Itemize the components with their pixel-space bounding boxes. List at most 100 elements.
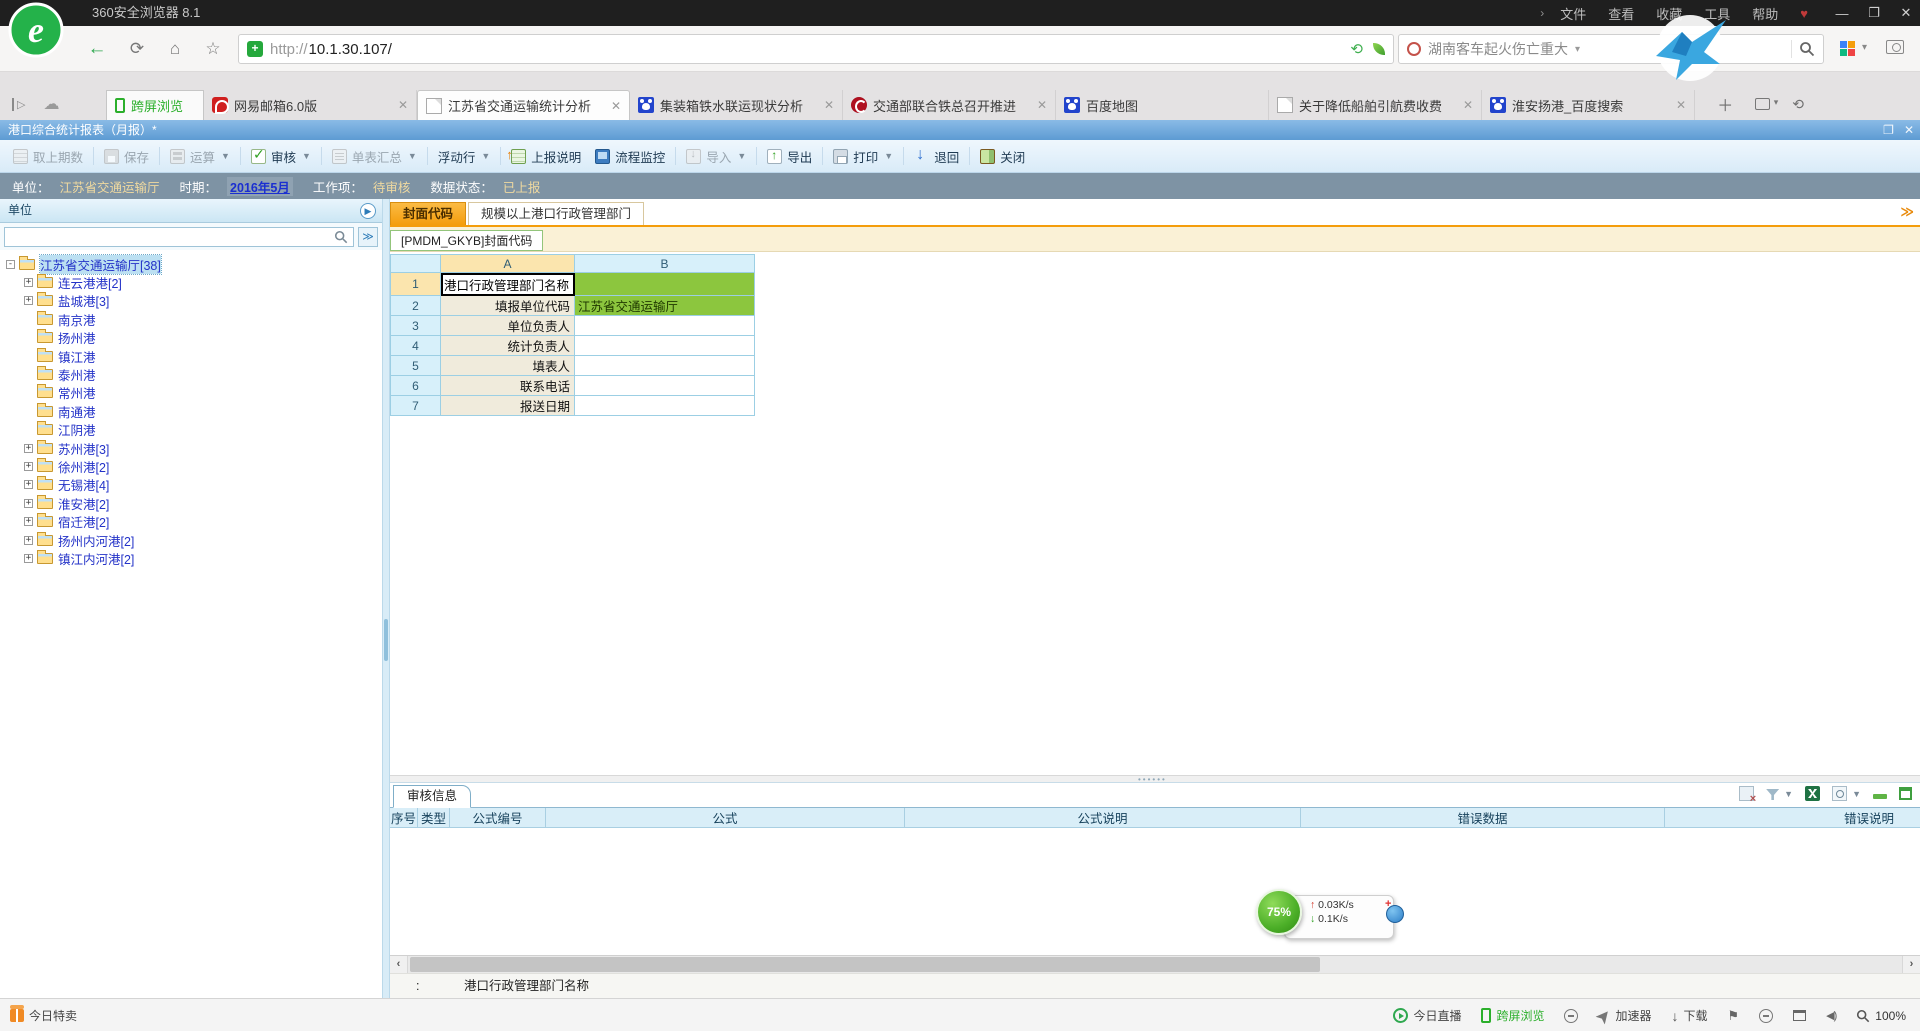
print-button[interactable]: 打印▼ — [826, 143, 900, 170]
filter-icon[interactable] — [1766, 789, 1779, 800]
cell-b2[interactable]: 江苏省交通运输厅 — [575, 296, 755, 316]
col-formula-no[interactable]: 公式编号 — [450, 808, 546, 827]
column-header-a[interactable]: A — [441, 255, 575, 273]
tab-close-icon[interactable]: ✕ — [605, 99, 621, 113]
tree-item[interactable]: 南通港 — [0, 402, 382, 420]
excel-export-icon[interactable] — [1805, 786, 1820, 801]
column-header-b[interactable]: B — [575, 255, 755, 273]
preview-icon[interactable] — [1832, 786, 1847, 801]
scrollbar-thumb[interactable] — [410, 957, 1320, 972]
back-icon[interactable]: ← — [84, 36, 110, 62]
form-tab-port-admin[interactable]: 规模以上港口行政管理部门 — [468, 202, 644, 225]
form-tab-overflow-icon[interactable]: ≫ — [1900, 204, 1914, 220]
row-header[interactable]: 3 — [391, 316, 441, 336]
star-icon[interactable]: ☆ — [200, 36, 226, 62]
game-mode-button[interactable] — [1564, 1009, 1578, 1023]
cell-b6[interactable] — [575, 376, 755, 396]
row-header[interactable]: 6 — [391, 376, 441, 396]
sidebar-search-icon[interactable] — [334, 230, 348, 244]
tab-close-icon[interactable]: ✕ — [818, 98, 834, 112]
close-button[interactable]: ✕ — [1898, 5, 1914, 21]
tree-item[interactable]: +连云港港[2] — [0, 273, 382, 291]
url-field[interactable]: http:// 10.1.30.107/ ⟲ — [238, 34, 1394, 64]
new-tab-icon[interactable]: ＋ — [1717, 92, 1733, 116]
tab-close-icon[interactable]: ✕ — [1457, 98, 1473, 112]
refresh-cycle-icon[interactable]: ⟲ — [1350, 40, 1363, 58]
cell-label[interactable]: 统计负责人 — [441, 336, 575, 356]
tree-item[interactable]: +宿迁港[2] — [0, 512, 382, 530]
single-table-summary-button[interactable]: 单表汇总▼ — [325, 143, 424, 170]
tab-close-icon[interactable]: ✕ — [1031, 98, 1047, 112]
tree-item[interactable]: +淮安港[2] — [0, 494, 382, 512]
hot-search-text[interactable]: 湖南客车起火伤亡重大 — [1428, 39, 1568, 59]
cell-b4[interactable] — [575, 336, 755, 356]
tab-close-icon[interactable]: ✕ — [392, 98, 408, 112]
page-zoom-button[interactable]: 100% — [1856, 1009, 1906, 1023]
sidebar-more-button[interactable]: ≫ — [358, 227, 378, 247]
col-type[interactable]: 类型 — [418, 808, 450, 827]
daily-deals-button[interactable]: 今日特卖 — [10, 999, 77, 1031]
menu-file[interactable]: 文件 — [1560, 4, 1586, 23]
reload-icon[interactable]: ⟳ — [124, 36, 150, 62]
tree-item[interactable]: +苏州港[3] — [0, 439, 382, 457]
cell-b7[interactable] — [575, 396, 755, 416]
sidebar-toggle-icon[interactable]: ▷ — [12, 98, 25, 111]
site-safety-shield-icon[interactable] — [247, 41, 263, 57]
tree-expander-icon[interactable]: + — [24, 278, 33, 287]
tab-netease-mail[interactable]: 网易邮箱6.0版 ✕ — [204, 90, 417, 120]
cell-label[interactable]: 单位负责人 — [441, 316, 575, 336]
report-restore-icon[interactable]: ❐ — [1883, 120, 1894, 140]
row-header[interactable]: 4 — [391, 336, 441, 356]
tree-item[interactable]: 江阴港 — [0, 421, 382, 439]
sidebar-collapse-icon[interactable]: ▶ — [360, 203, 376, 219]
import-button[interactable]: 导入▼ — [679, 143, 753, 170]
menu-view[interactable]: 查看 — [1608, 4, 1634, 23]
apps-caret-icon[interactable]: ▾ — [1862, 42, 1867, 53]
download-button[interactable]: ↓下载 — [1672, 1007, 1708, 1024]
row-header[interactable]: 2 — [391, 296, 441, 316]
screenshot-icon[interactable] — [1886, 40, 1904, 54]
panel-splitter[interactable] — [382, 199, 390, 998]
col-error-data[interactable]: 错误数据 — [1301, 808, 1665, 827]
window-mini-button[interactable] — [1793, 1010, 1806, 1021]
calculate-button[interactable]: 运算▼ — [163, 143, 237, 170]
report-site-button[interactable]: ⚑ — [1728, 1008, 1740, 1024]
floating-row-button[interactable]: 浮动行▼ — [431, 143, 497, 170]
minimize-button[interactable]: — — [1834, 6, 1850, 21]
tree-item[interactable]: 泰州港 — [0, 365, 382, 383]
tab-huaian-baidu-search[interactable]: 淮安扬港_百度搜索 ✕ — [1482, 90, 1695, 120]
speed-widget[interactable]: 75% ↑ 0.03K/s ↓ 0.1K/s — [1256, 889, 1406, 947]
tree-item[interactable]: +无锡港[4] — [0, 476, 382, 494]
cell-b3[interactable] — [575, 316, 755, 336]
scroll-right-icon[interactable]: › — [1902, 956, 1920, 973]
sheet-tab[interactable]: [PMDM_GKYB]封面代码 — [390, 230, 543, 251]
cross-screen-button[interactable]: 跨屏浏览 — [1481, 1007, 1544, 1024]
row-header[interactable]: 5 — [391, 356, 441, 376]
tab-list-icon[interactable] — [1755, 98, 1770, 110]
favorite-heart-icon[interactable]: ♥ — [1800, 6, 1808, 21]
tree-item[interactable]: 常州港 — [0, 384, 382, 402]
tree-item[interactable]: 扬州港 — [0, 329, 382, 347]
maximize-button[interactable]: ❐ — [1866, 5, 1882, 21]
menu-help[interactable]: 帮助 — [1752, 4, 1778, 23]
leaf-mode-icon[interactable] — [1373, 43, 1385, 55]
speed-percent-badge[interactable]: 75% — [1256, 889, 1302, 935]
report-note-button[interactable]: 上报说明 — [504, 143, 588, 170]
row-header[interactable]: 1 — [391, 273, 441, 296]
col-formula[interactable]: 公式 — [546, 808, 905, 827]
apps-grid-icon[interactable] — [1840, 41, 1855, 56]
tree-expander-icon[interactable]: - — [6, 260, 15, 269]
splitter-handle[interactable] — [384, 619, 388, 661]
form-tab-cover-code[interactable]: 封面代码 — [390, 202, 466, 225]
horizontal-splitter[interactable]: •••••• — [390, 775, 1920, 783]
tab-container-rail-water[interactable]: 集装箱铁水联运现状分析 ✕ — [630, 90, 843, 120]
preview-caret-icon[interactable]: ▼ — [1852, 789, 1861, 799]
tree-expander-icon[interactable]: + — [24, 554, 33, 563]
cloud-sync-icon[interactable]: ☁ — [43, 94, 59, 114]
search-box[interactable]: 湖南客车起火伤亡重大 ▾ — [1398, 34, 1824, 64]
horizontal-scrollbar[interactable]: ‹ › — [390, 955, 1920, 973]
tree-item[interactable]: 镇江港 — [0, 347, 382, 365]
live-today-button[interactable]: 今日直播 — [1393, 1007, 1461, 1024]
tab-cross-screen[interactable]: 跨屏浏览 — [106, 90, 204, 120]
col-error-desc[interactable]: 错误说明 — [1665, 808, 1920, 827]
